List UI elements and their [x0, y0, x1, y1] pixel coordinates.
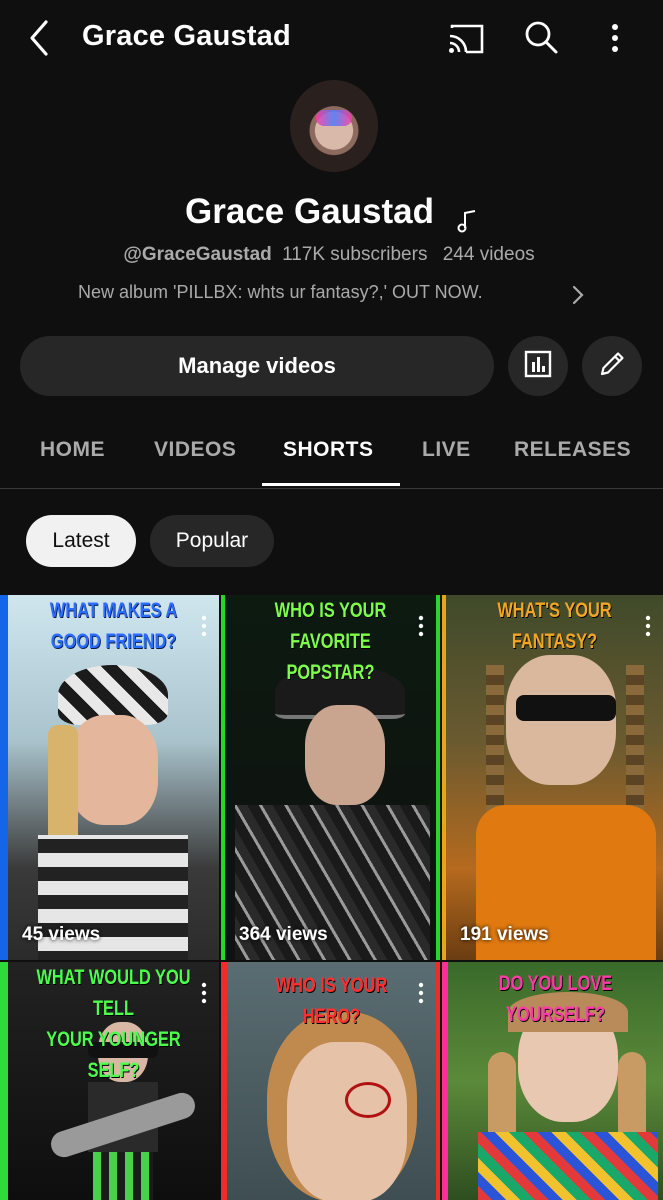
short-thumbnail[interactable]: WHO IS YOUR FAVORITE POPSTAR? 364 views	[221, 595, 440, 960]
back-arrow-icon[interactable]	[22, 18, 58, 58]
thumbnail-image	[235, 665, 430, 960]
more-vertical-icon[interactable]	[418, 982, 424, 1004]
shorts-grid: WHAT MAKES A GOOD FRIEND? 45 views WHO IS…	[0, 595, 663, 1200]
pencil-icon	[597, 349, 627, 384]
tab-videos[interactable]: VIDEOS	[154, 438, 236, 462]
view-count: 191 views	[460, 924, 549, 945]
short-thumbnail[interactable]: WHAT MAKES A GOOD FRIEND? 45 views	[0, 595, 219, 960]
search-icon[interactable]	[522, 18, 560, 56]
cast-icon[interactable]	[446, 20, 486, 56]
filter-chip-popular[interactable]: Popular	[150, 515, 274, 567]
thumbnail-image	[38, 665, 188, 960]
short-caption: WHAT WOULD YOU TELL YOUR YOUNGER SELF?	[36, 966, 191, 1082]
more-vertical-icon[interactable]	[201, 982, 207, 1004]
short-caption: WHO IS YOUR FAVORITE POPSTAR?	[274, 599, 387, 684]
page-title: Grace Gaustad	[82, 20, 291, 52]
subscriber-count: 117K subscribers	[282, 244, 428, 265]
music-note-icon	[456, 202, 478, 233]
view-count: 45 views	[22, 924, 101, 945]
more-vertical-icon[interactable]	[201, 615, 207, 637]
video-count: 244 videos	[442, 244, 535, 265]
more-vertical-icon[interactable]	[600, 18, 630, 58]
short-thumbnail[interactable]: WHAT WOULD YOU TELL YOUR YOUNGER SELF?	[0, 962, 219, 1200]
manage-videos-button[interactable]: Manage videos	[20, 336, 494, 396]
more-vertical-icon[interactable]	[645, 615, 651, 637]
channel-name-row: Grace Gaustad	[0, 192, 663, 233]
tab-live[interactable]: LIVE	[422, 438, 471, 462]
filter-chip-latest[interactable]: Latest	[26, 515, 136, 567]
analytics-icon	[523, 349, 553, 384]
more-vertical-icon[interactable]	[418, 615, 424, 637]
top-app-bar: Grace Gaustad	[0, 0, 663, 78]
channel-description[interactable]: New album 'PILLBX: whts ur fantasy?,' OU…	[78, 282, 483, 303]
thumbnail-image	[466, 635, 656, 960]
tab-home[interactable]: HOME	[40, 438, 105, 462]
tab-releases[interactable]: RELEASES	[514, 438, 631, 462]
analytics-button[interactable]	[508, 336, 568, 396]
tab-shorts[interactable]: SHORTS	[283, 438, 374, 462]
short-thumbnail[interactable]: WHAT'S YOUR FANTASY? 191 views	[442, 595, 663, 960]
channel-handle: @GraceGaustad	[123, 244, 272, 265]
channel-tabs: HOME VIDEOS SHORTS LIVE RELEASES	[0, 420, 663, 489]
view-count: 364 views	[239, 924, 328, 945]
active-tab-indicator	[262, 483, 400, 486]
short-thumbnail[interactable]: DO YOU LOVE YOURSELF?	[442, 962, 663, 1200]
channel-name: Grace Gaustad	[185, 192, 434, 231]
short-caption: DO YOU LOVE YOURSELF?	[498, 972, 613, 1026]
short-caption: WHO IS YOUR HERO?	[275, 974, 388, 1028]
edit-channel-button[interactable]	[582, 336, 642, 396]
short-caption: WHAT'S YOUR FANTASY?	[497, 599, 612, 653]
short-thumbnail[interactable]: WHO IS YOUR HERO?	[221, 962, 440, 1200]
channel-avatar[interactable]	[290, 80, 378, 172]
chevron-right-icon[interactable]	[570, 284, 586, 306]
channel-meta: @GraceGaustad 117K subscribers 244 video…	[0, 244, 663, 266]
short-caption: WHAT MAKES A GOOD FRIEND?	[49, 599, 178, 653]
